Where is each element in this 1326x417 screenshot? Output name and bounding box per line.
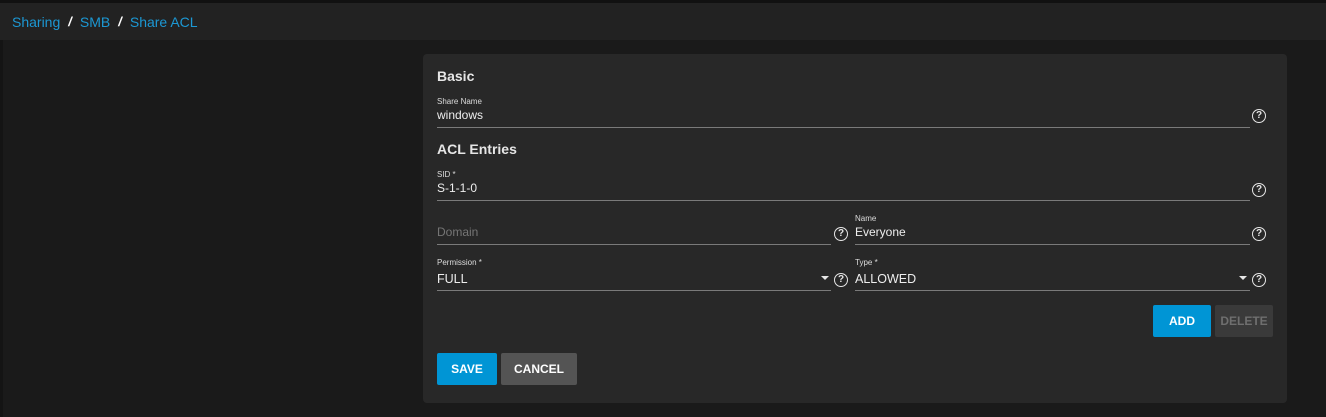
share-name-input[interactable] xyxy=(437,108,1250,122)
sid-field: SID * xyxy=(437,170,1250,201)
type-help-icon[interactable]: ? xyxy=(1252,273,1266,287)
name-label: Name xyxy=(855,214,877,223)
left-edge xyxy=(0,40,3,417)
breadcrumb-separator: / xyxy=(68,14,72,29)
name-input[interactable] xyxy=(855,225,1250,239)
add-acl-entry-button[interactable]: ADD xyxy=(1153,305,1211,337)
sid-label: SID * xyxy=(437,170,456,179)
domain-input[interactable] xyxy=(437,225,831,239)
sid-input[interactable] xyxy=(437,181,1250,195)
breadcrumb-smb[interactable]: SMB xyxy=(80,14,110,30)
breadcrumb-share-acl[interactable]: Share ACL xyxy=(130,14,198,30)
permission-select[interactable]: Permission * FULL xyxy=(437,258,831,291)
caret-down-icon[interactable] xyxy=(821,276,829,280)
share-acl-form-card: Basic Share Name ? ACL Entries SID * ? ?… xyxy=(423,54,1287,403)
sid-help-icon[interactable]: ? xyxy=(1252,183,1266,197)
type-label: Type * xyxy=(855,258,878,267)
name-underline xyxy=(855,244,1250,245)
caret-down-icon[interactable] xyxy=(1239,276,1247,280)
type-selected-value: ALLOWED xyxy=(855,272,917,286)
type-select[interactable]: Type * ALLOWED xyxy=(855,258,1250,291)
share-name-underline xyxy=(437,127,1250,128)
share-name-label: Share Name xyxy=(437,97,482,106)
breadcrumb-separator: / xyxy=(118,14,122,29)
permission-selected-value: FULL xyxy=(437,272,468,286)
domain-field xyxy=(437,214,831,245)
share-name-help-icon[interactable]: ? xyxy=(1252,109,1266,123)
permission-underline xyxy=(437,290,831,291)
permission-label: Permission * xyxy=(437,258,482,267)
basic-section-title: Basic xyxy=(437,68,475,84)
domain-underline xyxy=(437,244,831,245)
share-name-field: Share Name xyxy=(437,97,1250,128)
delete-acl-entry-button[interactable]: DELETE xyxy=(1215,305,1273,337)
cancel-button[interactable]: CANCEL xyxy=(501,353,577,385)
sid-underline xyxy=(437,200,1250,201)
name-help-icon[interactable]: ? xyxy=(1252,227,1266,241)
breadcrumb: Sharing / SMB / Share ACL xyxy=(0,3,1326,40)
permission-help-icon[interactable]: ? xyxy=(834,273,848,287)
breadcrumb-sharing[interactable]: Sharing xyxy=(12,14,60,30)
name-field: Name xyxy=(855,214,1250,245)
save-button[interactable]: SAVE xyxy=(437,353,497,385)
type-underline xyxy=(855,290,1250,291)
domain-help-icon[interactable]: ? xyxy=(834,227,848,241)
acl-entries-section-title: ACL Entries xyxy=(437,141,517,157)
